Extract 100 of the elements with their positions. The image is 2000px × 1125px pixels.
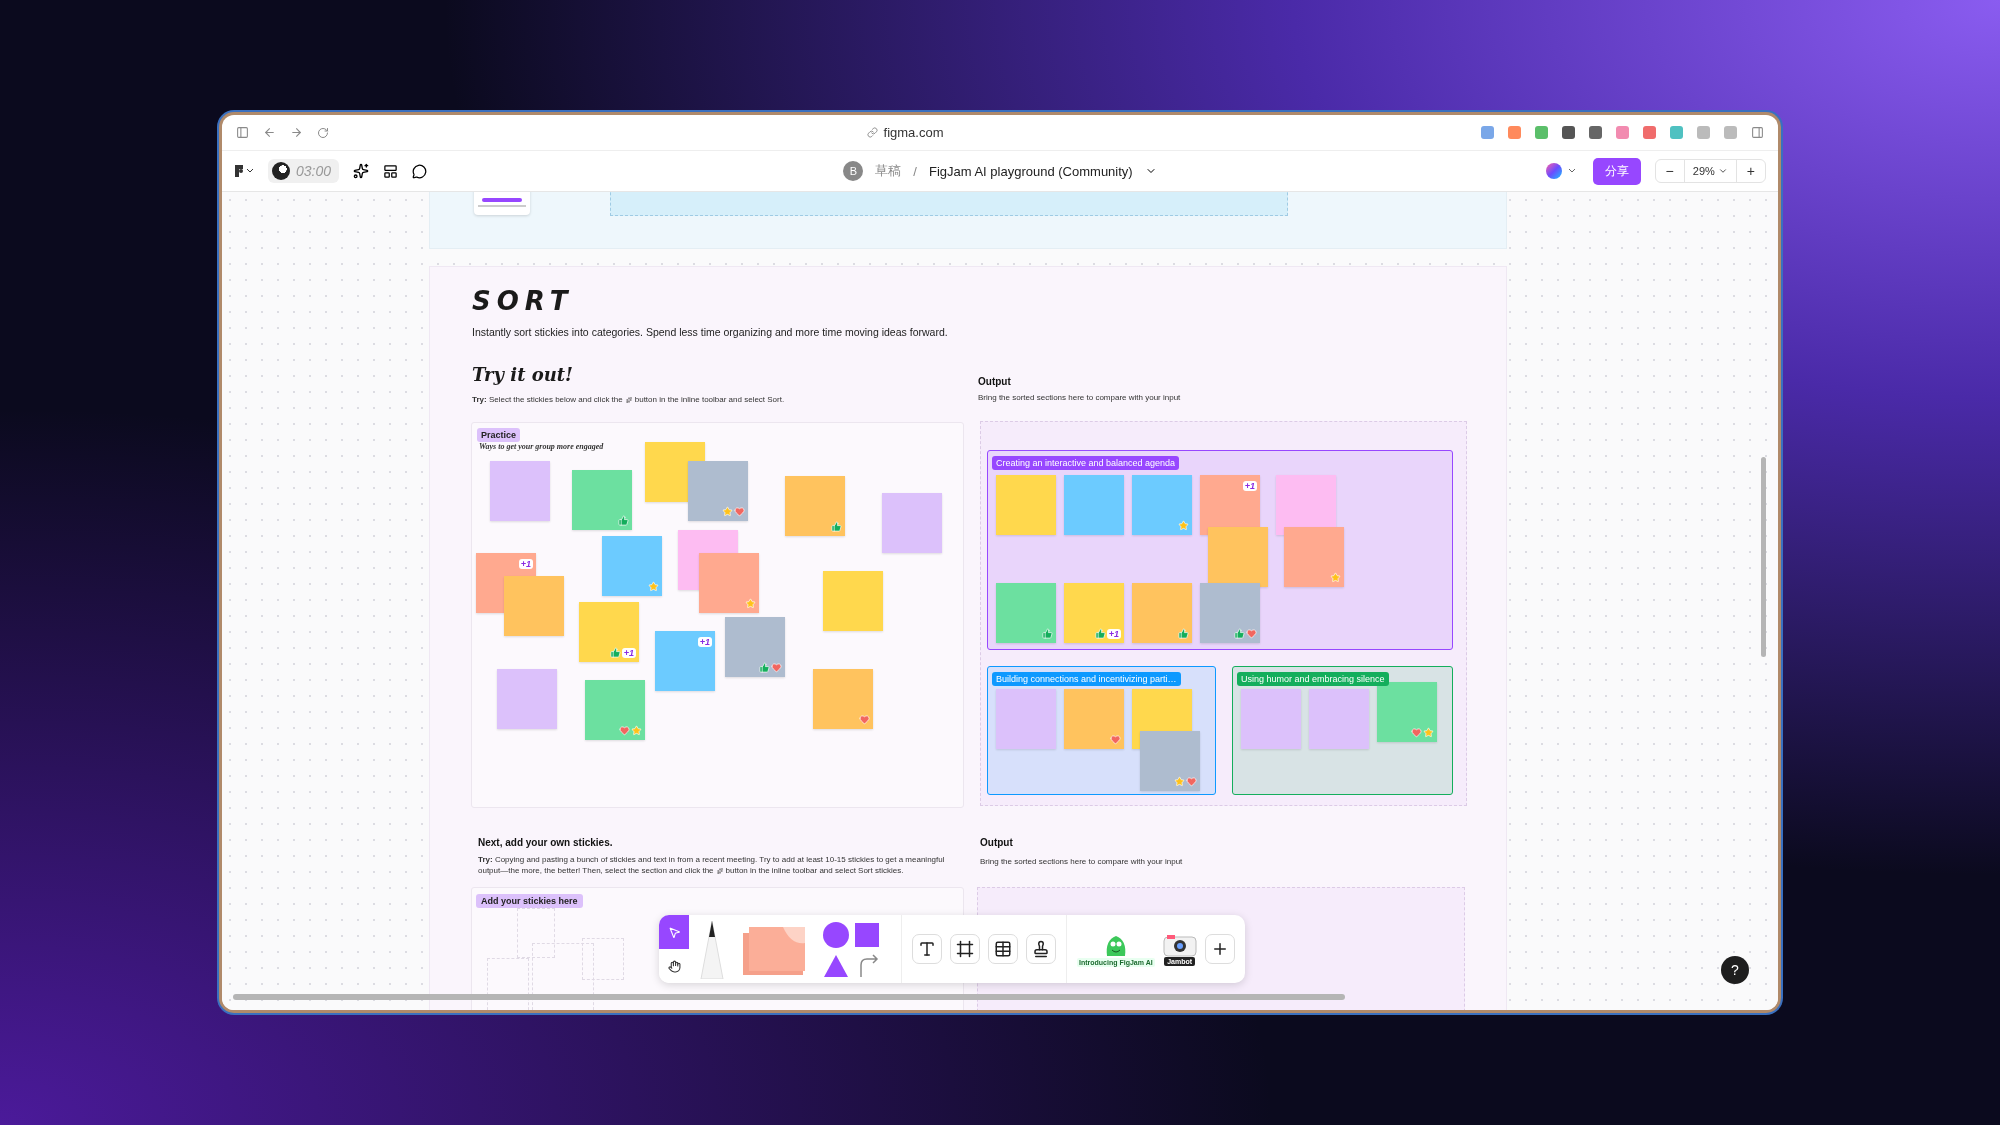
link-icon [866,127,878,138]
add-button[interactable] [1204,934,1235,964]
hand-tool[interactable] [659,949,689,983]
sticky-note[interactable]: +1 [1064,583,1124,643]
try-instructions: Try: Select the stickies below and click the [472,394,623,406]
thumbs-up-icon [1042,628,1053,639]
sticky-note[interactable] [699,553,759,613]
sparkle-icon[interactable] [353,163,370,179]
extension-icon[interactable] [1643,126,1656,139]
output-heading: Output [978,376,1011,387]
file-name[interactable]: FigJam AI playground (Community) [928,163,1133,179]
folder-name[interactable]: 草稿 [875,162,902,180]
extension-icon[interactable] [1589,126,1602,139]
sticky-note[interactable] [823,571,883,631]
star-icon [745,598,756,609]
thumbs-up-icon [831,521,842,532]
pen-drawing[interactable] [699,919,725,979]
text-icon [918,940,936,958]
section-heading: Next, add your own stickies. [478,837,613,848]
star-icon [722,506,733,517]
sticky-note[interactable] [1140,731,1200,791]
sticky-note[interactable] [688,461,748,521]
sticky-note[interactable] [1200,583,1260,643]
forward-icon[interactable] [290,126,303,139]
timer-icon [272,162,290,180]
extension-icon[interactable] [1562,126,1575,139]
group-label[interactable]: Creating an interactive and balanced agenda [992,456,1180,470]
stamp-icon [1032,940,1050,958]
layout-icon[interactable] [383,163,399,179]
comment-icon[interactable] [412,163,428,179]
heart-icon [1246,628,1257,639]
try-instructions: button in the inline toolbar and select Sort stickies. [725,865,904,877]
sticky-note[interactable] [585,680,645,740]
sidebar-icon[interactable] [236,126,249,139]
plus-one-label: +1 [621,647,636,658]
star-icon [1174,776,1185,787]
sticky-note[interactable] [1132,583,1192,643]
camera-sticker-icon[interactable] [1162,932,1197,957]
heart-icon [859,714,870,725]
sticky-note[interactable] [785,476,845,536]
heart-icon [619,725,630,736]
sticky-note[interactable] [996,689,1056,749]
avatar[interactable]: B [843,161,864,181]
back-icon[interactable] [263,126,276,139]
thumbs-up-icon [1178,628,1189,639]
section-tag: Practice [477,428,521,442]
thumbs-up-icon [1234,628,1245,639]
sticky-note[interactable] [1064,689,1124,749]
table-icon [994,940,1012,958]
practice-subtitle: Ways to get your group more engaged [479,442,604,451]
heart-icon [1411,727,1422,738]
sticky-note[interactable] [504,576,564,636]
sticky-note[interactable] [882,493,942,553]
output-heading: Output [980,837,1013,848]
zoom-out-button[interactable]: − [1655,160,1684,182]
horizontal-scrollbar[interactable] [233,994,1345,1000]
menu-icon[interactable] [234,164,254,178]
sticky-note[interactable] [602,536,662,596]
plus-one-label: +1 [1242,481,1257,491]
heart-icon [1110,734,1121,745]
star-icon [631,725,642,736]
section-description: Instantly sort stickies into categories. Spend less time organizing and more time moving ideas forward. [472,326,948,338]
sticky-note[interactable] [725,617,785,677]
vertical-scrollbar[interactable] [1761,457,1766,657]
sticky-note[interactable] [996,475,1056,535]
sticky-note[interactable] [1241,689,1301,749]
sticky-note[interactable] [996,583,1056,643]
sticky-note[interactable] [490,461,550,521]
sticky-note[interactable] [1377,682,1437,742]
section-tool[interactable] [950,934,980,964]
sticky-note[interactable] [1064,475,1124,535]
star-icon [1330,572,1341,583]
section-tag: Add your stickies here [476,894,583,908]
zoom-level[interactable]: 29% [1683,160,1737,182]
select-tool[interactable] [659,915,689,949]
sticky-note[interactable] [813,669,873,729]
sticky-note[interactable] [1284,527,1344,587]
sticky-note[interactable]: +1 [655,631,715,691]
help-button[interactable]: ? [1721,956,1749,984]
sticky-note[interactable] [1132,475,1192,535]
address-text[interactable]: figma.com [883,125,944,140]
try-heading: Try it out! [472,364,574,385]
try-instructions: output—the more, the better! Then, select the section and click the [478,865,714,877]
thumbs-up-icon [618,515,629,526]
plus-one-label: +1 [1106,628,1121,639]
sticky-note[interactable] [1309,689,1369,749]
sticky-note[interactable]: +1 [579,602,639,662]
reload-icon[interactable] [317,126,329,139]
sticky-note[interactable] [497,669,557,729]
text-tool[interactable] [912,934,942,964]
sticky-note[interactable] [572,470,632,530]
zoom-in-button[interactable]: + [1736,160,1765,182]
share-button[interactable]: 分享 [1592,157,1641,185]
breadcrumb-separator: / [913,163,917,179]
table-tool[interactable] [988,934,1018,964]
sidebar-icon[interactable] [1751,126,1764,139]
sticky-note[interactable] [1208,527,1268,587]
stamp-tool[interactable] [1026,934,1056,964]
thumbs-up-icon [759,662,770,673]
star-icon [1178,520,1189,531]
